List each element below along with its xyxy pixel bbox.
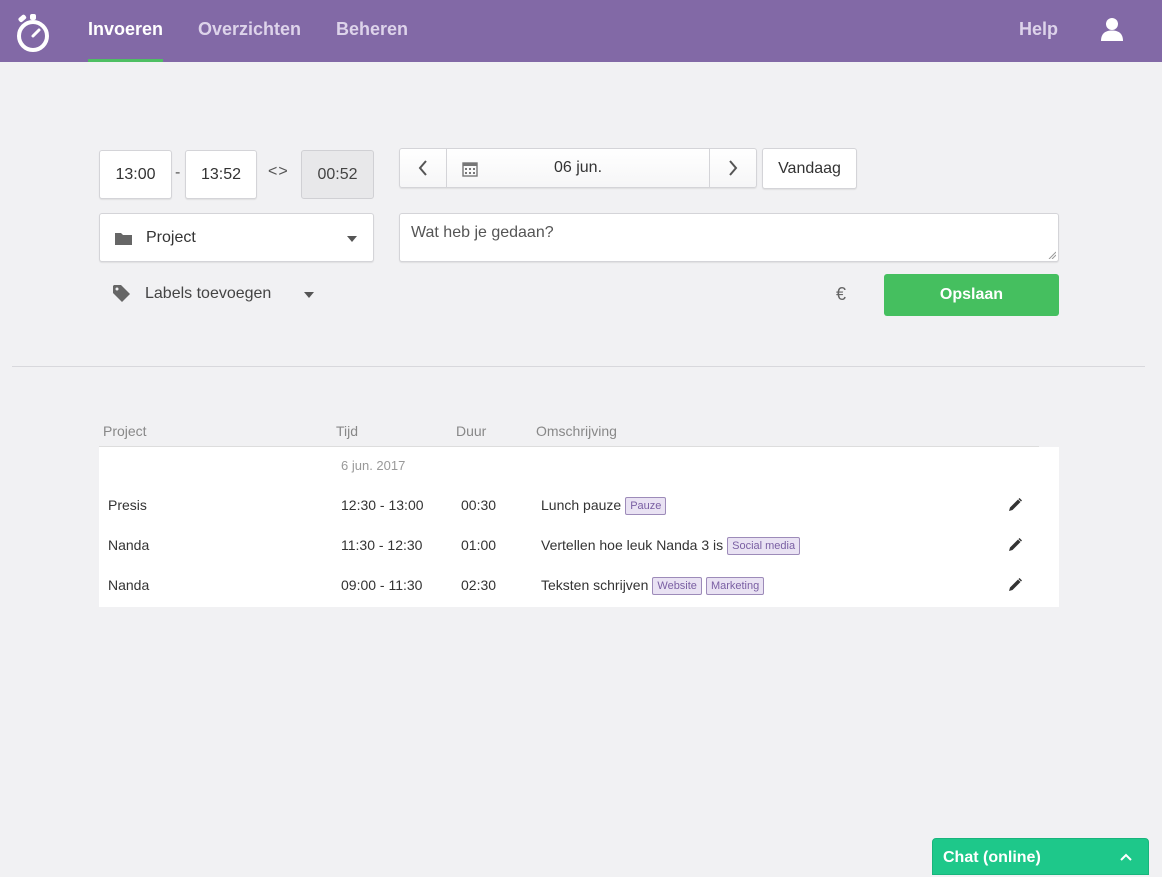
end-time-input[interactable]: 13:52 bbox=[185, 150, 257, 199]
resize-grip-icon[interactable] bbox=[1048, 251, 1056, 259]
nav-tab-beheren[interactable]: Beheren bbox=[336, 0, 408, 62]
labels-dropdown-label: Labels toevoegen bbox=[145, 285, 272, 302]
row-duration: 01:00 bbox=[461, 537, 497, 553]
column-header-duration: Duur bbox=[456, 423, 487, 439]
row-description: Lunch pauze Pauze bbox=[541, 485, 667, 525]
tag-badge: Pauze bbox=[625, 497, 667, 515]
section-divider bbox=[12, 366, 1145, 367]
date-picker: 06 jun. bbox=[399, 148, 757, 188]
chevron-left-icon bbox=[418, 160, 427, 176]
billable-euro-toggle[interactable]: € bbox=[836, 284, 846, 305]
save-button[interactable]: Opslaan bbox=[884, 274, 1059, 316]
time-separator: - bbox=[175, 164, 181, 181]
time-entries-table: 6 jun. 2017 Presis 12:30 - 13:00 00:30 L… bbox=[99, 447, 1059, 607]
nav-tab-invoeren[interactable]: Invoeren bbox=[88, 0, 164, 62]
table-row[interactable]: Nanda 11:30 - 12:30 01:00 Vertellen hoe … bbox=[99, 525, 1059, 565]
stopwatch-icon[interactable] bbox=[14, 10, 52, 54]
date-display[interactable]: 06 jun. bbox=[446, 149, 710, 187]
row-description: Teksten schrijven Website Marketing bbox=[541, 565, 765, 605]
calendar-icon bbox=[462, 162, 478, 177]
chat-widget[interactable]: Chat (online) bbox=[932, 838, 1149, 875]
row-project: Presis bbox=[108, 497, 147, 513]
row-project: Nanda bbox=[108, 577, 150, 593]
tag-badge: Social media bbox=[727, 537, 801, 555]
day-group-label: 6 jun. 2017 bbox=[341, 458, 406, 473]
row-duration: 02:30 bbox=[461, 577, 497, 593]
nav-tab-overzichten[interactable]: Overzichten bbox=[198, 0, 301, 62]
duration-field[interactable]: 00:52 bbox=[301, 150, 374, 199]
chevron-right-icon bbox=[729, 160, 738, 176]
row-description-text: Lunch pauze bbox=[541, 497, 622, 513]
project-select[interactable]: Project bbox=[99, 213, 374, 262]
chevron-up-icon bbox=[1120, 853, 1132, 861]
description-input[interactable] bbox=[399, 213, 1059, 262]
tag-badge: Marketing bbox=[705, 577, 765, 595]
chat-label: Chat (online) bbox=[943, 849, 1041, 866]
project-select-label: Project bbox=[146, 229, 196, 246]
row-time: 09:00 - 11:30 bbox=[341, 577, 423, 593]
tag-icon bbox=[113, 285, 130, 302]
user-icon[interactable] bbox=[1100, 16, 1124, 42]
previous-day-button[interactable] bbox=[400, 149, 447, 187]
folder-icon bbox=[115, 233, 132, 245]
today-button[interactable]: Vandaag bbox=[762, 148, 857, 189]
pencil-icon[interactable] bbox=[1008, 538, 1022, 552]
nav-help-link[interactable]: Help bbox=[1019, 0, 1058, 62]
next-day-button[interactable] bbox=[709, 149, 756, 187]
top-navigation-bar: Invoeren Overzichten Beheren Help bbox=[0, 0, 1162, 62]
row-duration: 00:30 bbox=[461, 497, 497, 513]
row-project: Nanda bbox=[108, 537, 150, 553]
row-description-text: Vertellen hoe leuk Nanda 3 is bbox=[541, 537, 724, 553]
swap-times-icon[interactable]: <> bbox=[268, 163, 289, 181]
table-row[interactable]: Nanda 09:00 - 11:30 02:30 Teksten schrij… bbox=[99, 565, 1059, 605]
caret-down-icon bbox=[304, 292, 314, 298]
pencil-icon[interactable] bbox=[1008, 498, 1022, 512]
table-row[interactable]: Presis 12:30 - 13:00 00:30 Lunch pauze Pa… bbox=[99, 485, 1059, 525]
start-time-input[interactable]: 13:00 bbox=[99, 150, 172, 199]
column-header-description: Omschrijving bbox=[536, 423, 617, 439]
row-description-text: Teksten schrijven bbox=[541, 577, 649, 593]
pencil-icon[interactable] bbox=[1008, 578, 1022, 592]
caret-down-icon bbox=[347, 236, 357, 242]
row-time: 11:30 - 12:30 bbox=[341, 537, 423, 553]
row-description: Vertellen hoe leuk Nanda 3 is Social medi… bbox=[541, 525, 801, 565]
column-header-project: Project bbox=[103, 423, 147, 439]
column-header-time: Tijd bbox=[336, 423, 359, 439]
row-time: 12:30 - 13:00 bbox=[341, 497, 424, 513]
tag-badge: Website bbox=[652, 577, 702, 595]
